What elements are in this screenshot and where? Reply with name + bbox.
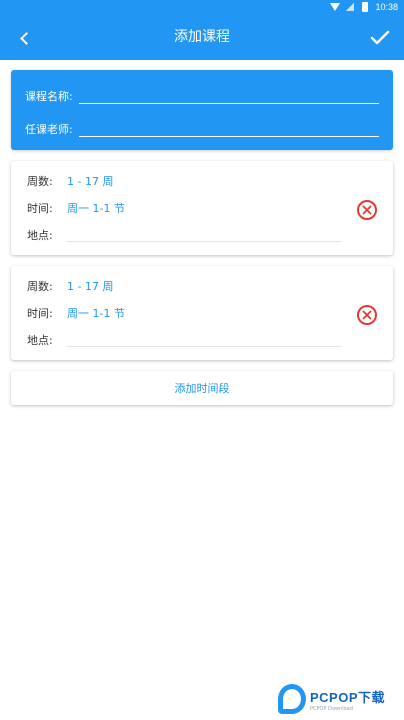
wifi-icon: [330, 2, 341, 12]
time-row[interactable]: 时间: 周一 1-1 节: [27, 200, 125, 216]
weeks-row[interactable]: 周数: 1 - 17 周: [27, 278, 113, 294]
place-row: 地点:: [27, 332, 341, 348]
time-value[interactable]: 周一 1-1 节: [67, 200, 125, 216]
place-input[interactable]: [67, 228, 341, 242]
watermark-brand: PCPOP下载: [310, 689, 386, 705]
weeks-row[interactable]: 周数: 1 - 17 周: [27, 173, 113, 189]
place-input[interactable]: [67, 333, 341, 347]
teacher-row: 任课老师:: [25, 117, 379, 137]
app-bar: 添加课程: [0, 14, 404, 60]
delete-slot-button[interactable]: [357, 200, 377, 220]
time-label: 时间:: [27, 307, 53, 320]
close-circle-icon: [362, 310, 372, 320]
back-button[interactable]: [10, 24, 38, 52]
delete-slot-button[interactable]: [357, 305, 377, 325]
watermark-sub: PCPOP Download: [310, 705, 353, 712]
pcpop-logo-icon: [278, 684, 306, 714]
course-name-label: 课程名称:: [25, 90, 73, 103]
time-slot-card: 周数: 1 - 17 周 时间: 周一 1-1 节 地点:: [11, 266, 393, 360]
place-label: 地点:: [27, 229, 53, 242]
weeks-value[interactable]: 1 - 17 周: [67, 278, 113, 294]
status-time: 10:38: [375, 2, 398, 12]
time-label: 时间:: [27, 202, 53, 215]
course-info-card: 课程名称: 任课老师:: [11, 70, 393, 150]
course-name-row: 课程名称:: [25, 84, 379, 104]
chevron-left-icon: [19, 31, 33, 45]
signal-icon: [345, 2, 355, 12]
watermark: PCPOP下载 PCPOP Download: [278, 682, 385, 716]
weeks-value[interactable]: 1 - 17 周: [67, 173, 113, 189]
confirm-button[interactable]: [366, 24, 394, 52]
time-slot-card: 周数: 1 - 17 周 时间: 周一 1-1 节 地点:: [11, 161, 393, 255]
watermark-text: PCPOP下载 PCPOP Download: [310, 687, 385, 712]
weeks-label: 周数:: [27, 175, 53, 188]
page-title: 添加课程: [174, 29, 230, 45]
status-bar: 10:38: [0, 0, 404, 14]
teacher-input[interactable]: [78, 121, 379, 137]
teacher-label: 任课老师:: [25, 123, 73, 136]
close-circle-icon: [362, 205, 372, 215]
battery-icon: [360, 2, 370, 12]
weeks-label: 周数:: [27, 280, 53, 293]
check-icon: [370, 30, 390, 45]
place-label: 地点:: [27, 334, 53, 347]
time-value[interactable]: 周一 1-1 节: [67, 305, 125, 321]
time-row[interactable]: 时间: 周一 1-1 节: [27, 305, 125, 321]
place-row: 地点:: [27, 227, 341, 243]
course-name-input[interactable]: [78, 88, 379, 104]
add-time-slot-button[interactable]: 添加时间段: [11, 371, 393, 405]
